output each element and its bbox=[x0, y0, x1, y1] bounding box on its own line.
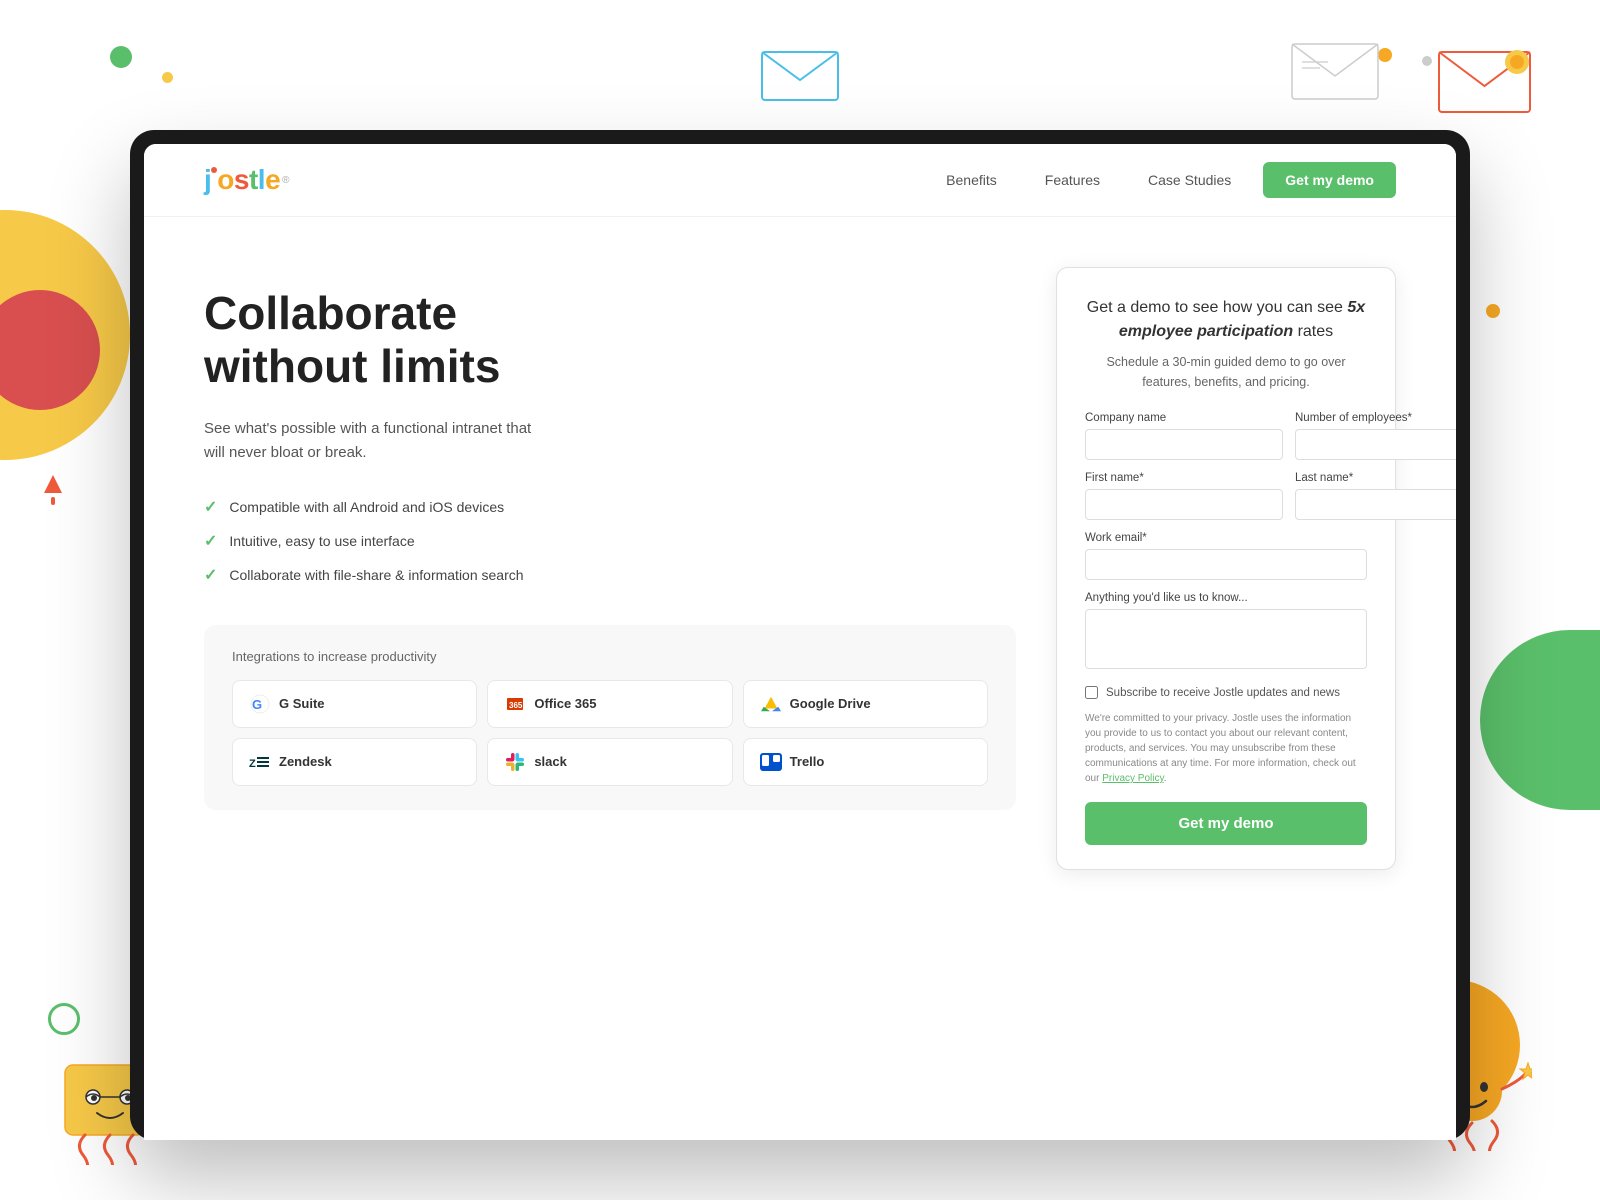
company-name-label: Company name bbox=[1085, 412, 1283, 424]
work-email-label: Work email* bbox=[1085, 532, 1367, 544]
decor-yellow-dot bbox=[162, 72, 173, 83]
demo-card: Get a demo to see how you can see 5x emp… bbox=[1056, 267, 1396, 870]
office365-icon: 365 bbox=[504, 693, 526, 715]
first-name-label: First name* bbox=[1085, 472, 1283, 484]
demo-submit-button[interactable]: Get my demo bbox=[1085, 802, 1367, 845]
logo-letter-s: s bbox=[234, 164, 249, 195]
zendesk-icon: Z bbox=[249, 751, 271, 773]
left-column: Collaborate without limits See what's po… bbox=[204, 267, 1016, 1118]
work-email-input[interactable] bbox=[1085, 549, 1367, 580]
check-icon-1: ✓ bbox=[204, 497, 217, 517]
svg-text:Z: Z bbox=[249, 758, 256, 770]
form-group-notes: Anything you'd like us to know... bbox=[1085, 592, 1367, 674]
decor-gray-dot bbox=[1422, 56, 1432, 66]
integration-slack[interactable]: slack bbox=[487, 738, 732, 786]
trello-icon bbox=[760, 751, 782, 773]
subscribe-checkbox[interactable] bbox=[1085, 686, 1098, 699]
nav-links: Benefits Features Case Studies bbox=[946, 172, 1231, 188]
envelope-fr-icon bbox=[1437, 44, 1532, 121]
decor-yellow-semi bbox=[0, 210, 130, 460]
integrations-title: Integrations to increase productivity bbox=[232, 649, 988, 664]
logo-letter-l: l bbox=[258, 164, 265, 195]
gsuite-icon: G bbox=[249, 693, 271, 715]
num-employees-label: Number of employees* bbox=[1295, 412, 1456, 424]
notes-label: Anything you'd like us to know... bbox=[1085, 592, 1367, 604]
logo-letter-o: o bbox=[217, 164, 234, 195]
svg-text:G: G bbox=[252, 697, 262, 712]
form-group-lastname: Last name* bbox=[1295, 472, 1456, 520]
form-group-company: Company name bbox=[1085, 412, 1283, 460]
logo-letter-t: t bbox=[249, 164, 258, 195]
check-icon-2: ✓ bbox=[204, 531, 217, 551]
features-list: ✓ Compatible with all Android and iOS de… bbox=[204, 497, 1016, 585]
integration-grid: G G Suite 365 bbox=[232, 680, 988, 786]
company-name-input[interactable] bbox=[1085, 429, 1283, 460]
laptop-screen: jostle ® Benefits Features Case Studies … bbox=[144, 144, 1456, 1140]
privacy-policy-link[interactable]: Privacy Policy bbox=[1102, 773, 1164, 784]
decor-green-semi bbox=[1480, 630, 1600, 810]
form-row-company-employees: Company name Number of employees* bbox=[1085, 412, 1367, 460]
envelope-tr-icon bbox=[1290, 36, 1380, 106]
subscribe-checkbox-row: Subscribe to receive Jostle updates and … bbox=[1085, 686, 1367, 699]
slack-icon bbox=[504, 751, 526, 773]
decor-green-circle bbox=[110, 46, 132, 68]
decor-red-exclaim bbox=[44, 475, 62, 510]
logo-letter-j: j bbox=[204, 164, 211, 195]
privacy-text: We're committed to your privacy. Jostle … bbox=[1085, 711, 1367, 786]
decor-open-circle bbox=[48, 1003, 80, 1035]
integration-office365[interactable]: 365 Office 365 bbox=[487, 680, 732, 728]
feature-item-1: ✓ Compatible with all Android and iOS de… bbox=[204, 497, 1016, 517]
last-name-input[interactable] bbox=[1295, 489, 1456, 520]
check-icon-3: ✓ bbox=[204, 565, 217, 585]
decor-orange-dot bbox=[1378, 48, 1392, 62]
hero-subtitle: See what's possible with a functional in… bbox=[204, 417, 544, 465]
form-group-employees: Number of employees* bbox=[1295, 412, 1456, 460]
logo-trademark: ® bbox=[282, 175, 289, 186]
feature-item-3: ✓ Collaborate with file-share & informat… bbox=[204, 565, 1016, 585]
logo: jostle ® bbox=[204, 164, 290, 196]
integration-google-drive[interactable]: Google Drive bbox=[743, 680, 988, 728]
right-column: Get a demo to see how you can see 5x emp… bbox=[1056, 267, 1396, 1118]
feature-item-2: ✓ Intuitive, easy to use interface bbox=[204, 531, 1016, 551]
nav-cta-button[interactable]: Get my demo bbox=[1263, 162, 1396, 198]
form-row-names: First name* Last name* bbox=[1085, 472, 1367, 520]
svg-text:365: 365 bbox=[509, 701, 523, 710]
decor-orange-dot2 bbox=[1486, 304, 1500, 318]
integration-trello[interactable]: Trello bbox=[743, 738, 988, 786]
integration-zendesk[interactable]: Z Zendesk bbox=[232, 738, 477, 786]
demo-card-subtitle: Schedule a 30-min guided demo to go over… bbox=[1085, 352, 1367, 392]
demo-card-title: Get a demo to see how you can see 5x emp… bbox=[1085, 296, 1367, 344]
notes-textarea[interactable] bbox=[1085, 609, 1367, 669]
subscribe-label: Subscribe to receive Jostle updates and … bbox=[1106, 687, 1340, 699]
nav-case-studies[interactable]: Case Studies bbox=[1148, 172, 1231, 188]
hero-title: Collaborate without limits bbox=[204, 287, 1016, 393]
envelope-top-icon bbox=[760, 42, 840, 107]
first-name-input[interactable] bbox=[1085, 489, 1283, 520]
nav-benefits[interactable]: Benefits bbox=[946, 172, 997, 188]
form-group-email: Work email* bbox=[1085, 532, 1367, 580]
nav-features[interactable]: Features bbox=[1045, 172, 1100, 188]
num-employees-input[interactable] bbox=[1295, 429, 1456, 460]
integrations-section: Integrations to increase productivity G … bbox=[204, 625, 1016, 810]
googledrive-icon bbox=[760, 693, 782, 715]
last-name-label: Last name* bbox=[1295, 472, 1456, 484]
laptop-frame: jostle ® Benefits Features Case Studies … bbox=[130, 130, 1470, 1140]
integration-gsuite[interactable]: G G Suite bbox=[232, 680, 477, 728]
main-content: Collaborate without limits See what's po… bbox=[144, 217, 1456, 1140]
form-group-firstname: First name* bbox=[1085, 472, 1283, 520]
logo-letter-e: e bbox=[265, 164, 280, 195]
navigation: jostle ® Benefits Features Case Studies … bbox=[144, 144, 1456, 217]
